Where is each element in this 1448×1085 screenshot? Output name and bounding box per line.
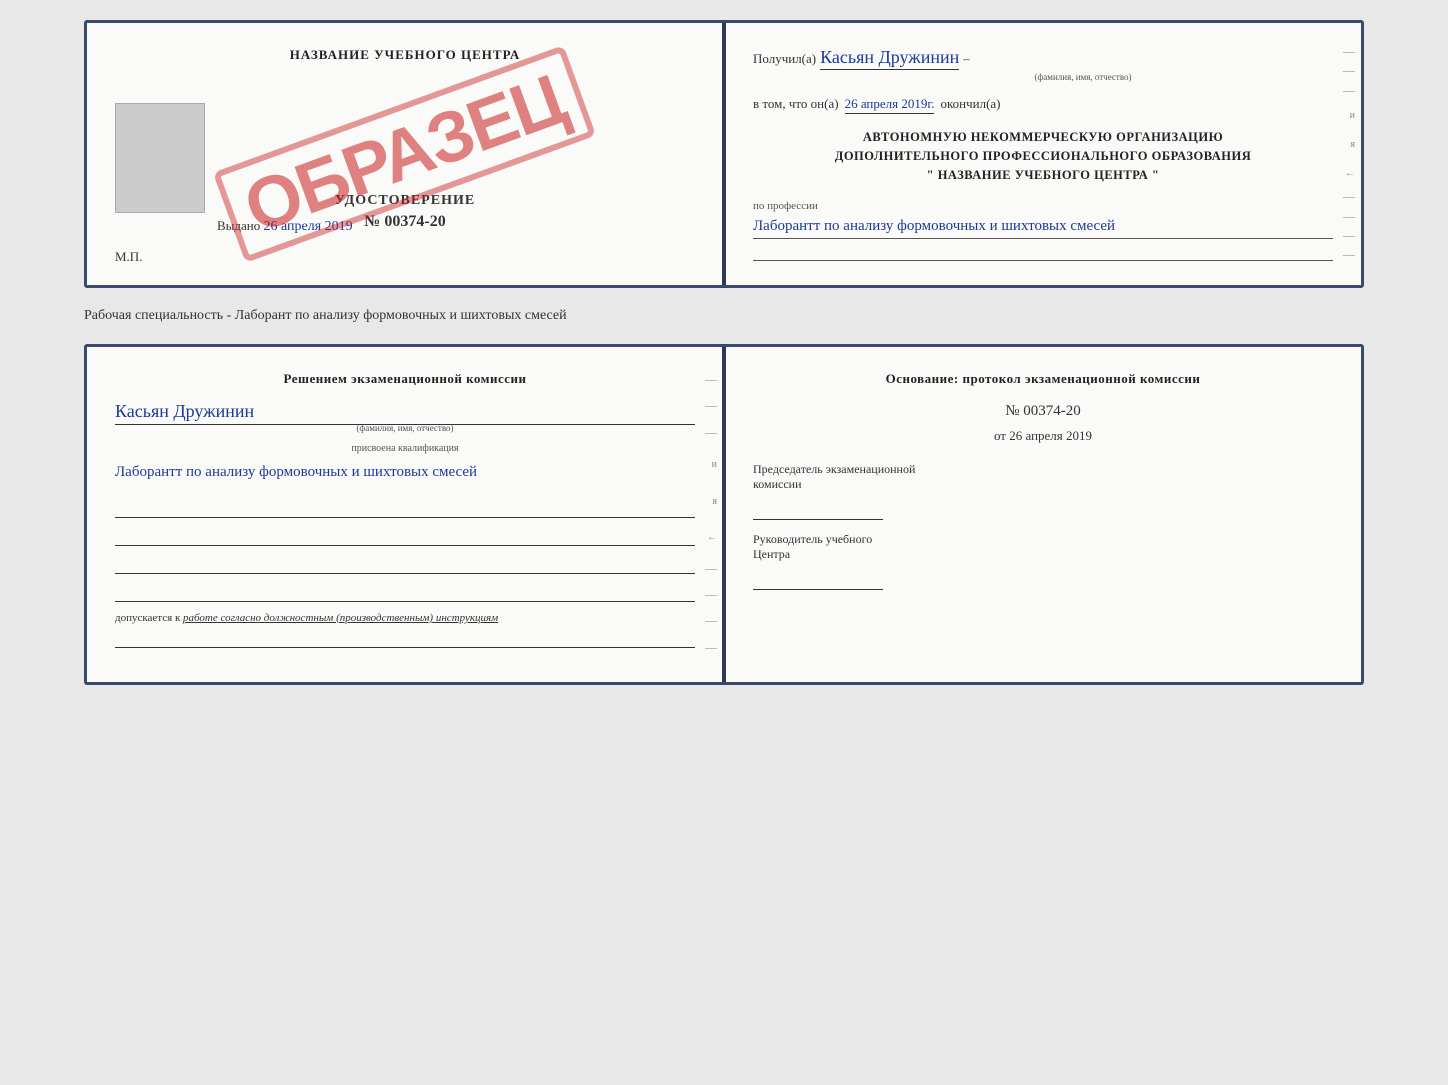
- cert-school-title: НАЗВАНИЕ УЧЕБНОГО ЦЕНТРА: [115, 47, 695, 63]
- bottom-certificate-book: и я ← Решением экзаменационной комиссии …: [84, 344, 1364, 685]
- underline-1: [115, 500, 695, 518]
- edge-arrow-b: ←: [705, 532, 717, 543]
- dopuskaetsya-underline: [115, 630, 695, 648]
- top-certificate-book: НАЗВАНИЕ УЧЕБНОГО ЦЕНТРА ОБРАЗЕЦ УДОСТОВ…: [84, 20, 1364, 288]
- poluchil-label: Получил(а): [753, 51, 816, 67]
- rukovoditel-line1: Руководитель учебного: [753, 532, 1333, 547]
- kvali-value: Лаборантт по анализу формовочных и шихто…: [115, 464, 477, 480]
- rukovoditel-sig-line: [753, 568, 883, 590]
- edge-line: [1343, 236, 1355, 237]
- edge-line: [705, 569, 717, 570]
- edge-line: [705, 595, 717, 596]
- edge-line: [1343, 91, 1355, 92]
- org-block: АВТОНОМНУЮ НЕКОММЕРЧЕСКУЮ ОРГАНИЗАЦИЮ ДО…: [753, 128, 1333, 184]
- poluchil-line: Получил(а) Касьян Дружинин –: [753, 47, 1333, 70]
- vtom-date: 26 апреля 2019г.: [845, 96, 935, 114]
- kvali-block: Лаборантт по анализу формовочных и шихто…: [115, 460, 695, 486]
- kasyan-fio-hint: (фамилия, имя, отчество): [115, 423, 695, 433]
- underlines-block: [115, 500, 695, 602]
- edge-i: и: [1343, 110, 1355, 121]
- edge-line: [1343, 52, 1355, 53]
- fio-hint-top: (фамилия, имя, отчество): [833, 72, 1333, 82]
- edge-line: [1343, 217, 1355, 218]
- edge-line: [705, 433, 717, 434]
- edge-line: [705, 648, 717, 649]
- bottom-right-edge-lines: и я ←: [705, 367, 717, 662]
- predsedatel-line1: Председатель экзаменационной: [753, 462, 1333, 477]
- org-line3: " НАЗВАНИЕ УЧЕБНОГО ЦЕНТРА ": [753, 166, 1333, 185]
- osnovanie-title: Основание: протокол экзаменационной коми…: [753, 371, 1333, 387]
- underline-4: [115, 584, 695, 602]
- predsedatel-line2: комиссии: [753, 477, 1333, 492]
- bottom-left-page: и я ← Решением экзаменационной комиссии …: [87, 347, 725, 682]
- predsedatel-sig-line: [753, 498, 883, 520]
- prof-value: Лаборантт по анализу формовочных и шихто…: [753, 214, 1333, 239]
- ot-date-value: 26 апреля 2019: [1009, 428, 1092, 443]
- kasyan-fio-line: Касьян Дружинин: [115, 401, 695, 425]
- org-line2: ДОПОЛНИТЕЛЬНОГО ПРОФЕССИОНАЛЬНОГО ОБРАЗО…: [753, 147, 1333, 166]
- rukovoditel-block: Руководитель учебного Центра: [753, 532, 1333, 590]
- document-container: НАЗВАНИЕ УЧЕБНОГО ЦЕНТРА ОБРАЗЕЦ УДОСТОВ…: [84, 20, 1364, 685]
- vtom-prefix: в том, что он(а): [753, 96, 839, 112]
- ot-date: от 26 апреля 2019: [753, 428, 1333, 444]
- bottom-right-page: Основание: протокол экзаменационной коми…: [725, 347, 1361, 682]
- edge-i-b: и: [705, 459, 717, 470]
- rukovoditel-line2: Центра: [753, 547, 1333, 562]
- edge-ya: я: [1343, 139, 1355, 150]
- kasyan-fio: Касьян Дружинин: [115, 401, 254, 421]
- edge-arrow: ←: [1343, 168, 1355, 179]
- specialty-label: Рабочая специальность - Лаборант по анал…: [84, 300, 1364, 332]
- cert-right-page: и я ← Получил(а) Касьян Дружинин – (фами…: [725, 23, 1361, 285]
- underline-2: [115, 528, 695, 546]
- dopuskaetsya-prefix: допускается к: [115, 612, 180, 624]
- vydano-line: Выдано 26 апреля 2019: [217, 218, 703, 235]
- mp-label: М.П.: [115, 249, 142, 265]
- prof-block: по профессии Лаборантт по анализу формов…: [753, 200, 1333, 261]
- ot-prefix: от: [994, 428, 1006, 443]
- edge-line: [705, 621, 717, 622]
- edge-line: [1343, 197, 1355, 198]
- predsedatel-block: Председатель экзаменационной комиссии: [753, 462, 1333, 520]
- vtom-line: в том, что он(а) 26 апреля 2019г. окончи…: [753, 96, 1333, 114]
- cert-left-page: НАЗВАНИЕ УЧЕБНОГО ЦЕНТРА ОБРАЗЕЦ УДОСТОВ…: [87, 23, 725, 285]
- edge-line: [1343, 255, 1355, 256]
- prof-label: по профессии: [753, 200, 1333, 212]
- dopuskaetsya-value: работе согласно должностным (производств…: [183, 612, 498, 624]
- vydano-prefix: Выдано: [217, 218, 260, 233]
- edge-line: [705, 380, 717, 381]
- prisvoena-label: присвоена квалификация: [115, 443, 695, 454]
- vydano-date: 26 апреля 2019: [264, 219, 353, 234]
- org-line1: АВТОНОМНУЮ НЕКОММЕРЧЕСКУЮ ОРГАНИЗАЦИЮ: [753, 128, 1333, 147]
- poluchil-fio: Касьян Дружинин: [820, 47, 959, 70]
- edge-ya-b: я: [705, 496, 717, 507]
- resheniem-title: Решением экзаменационной комиссии: [115, 371, 695, 387]
- right-edge-lines: и я ←: [1343, 43, 1355, 265]
- prof-underline2: [753, 243, 1333, 261]
- dopuskaetsya-text: допускается к работе согласно должностны…: [115, 612, 695, 624]
- okonchil-label: окончил(а): [940, 96, 1000, 112]
- protokol-number: № 00374-20: [753, 403, 1333, 420]
- edge-line: [705, 406, 717, 407]
- underline-3: [115, 556, 695, 574]
- photo-placeholder: [115, 103, 205, 213]
- edge-line: [1343, 71, 1355, 72]
